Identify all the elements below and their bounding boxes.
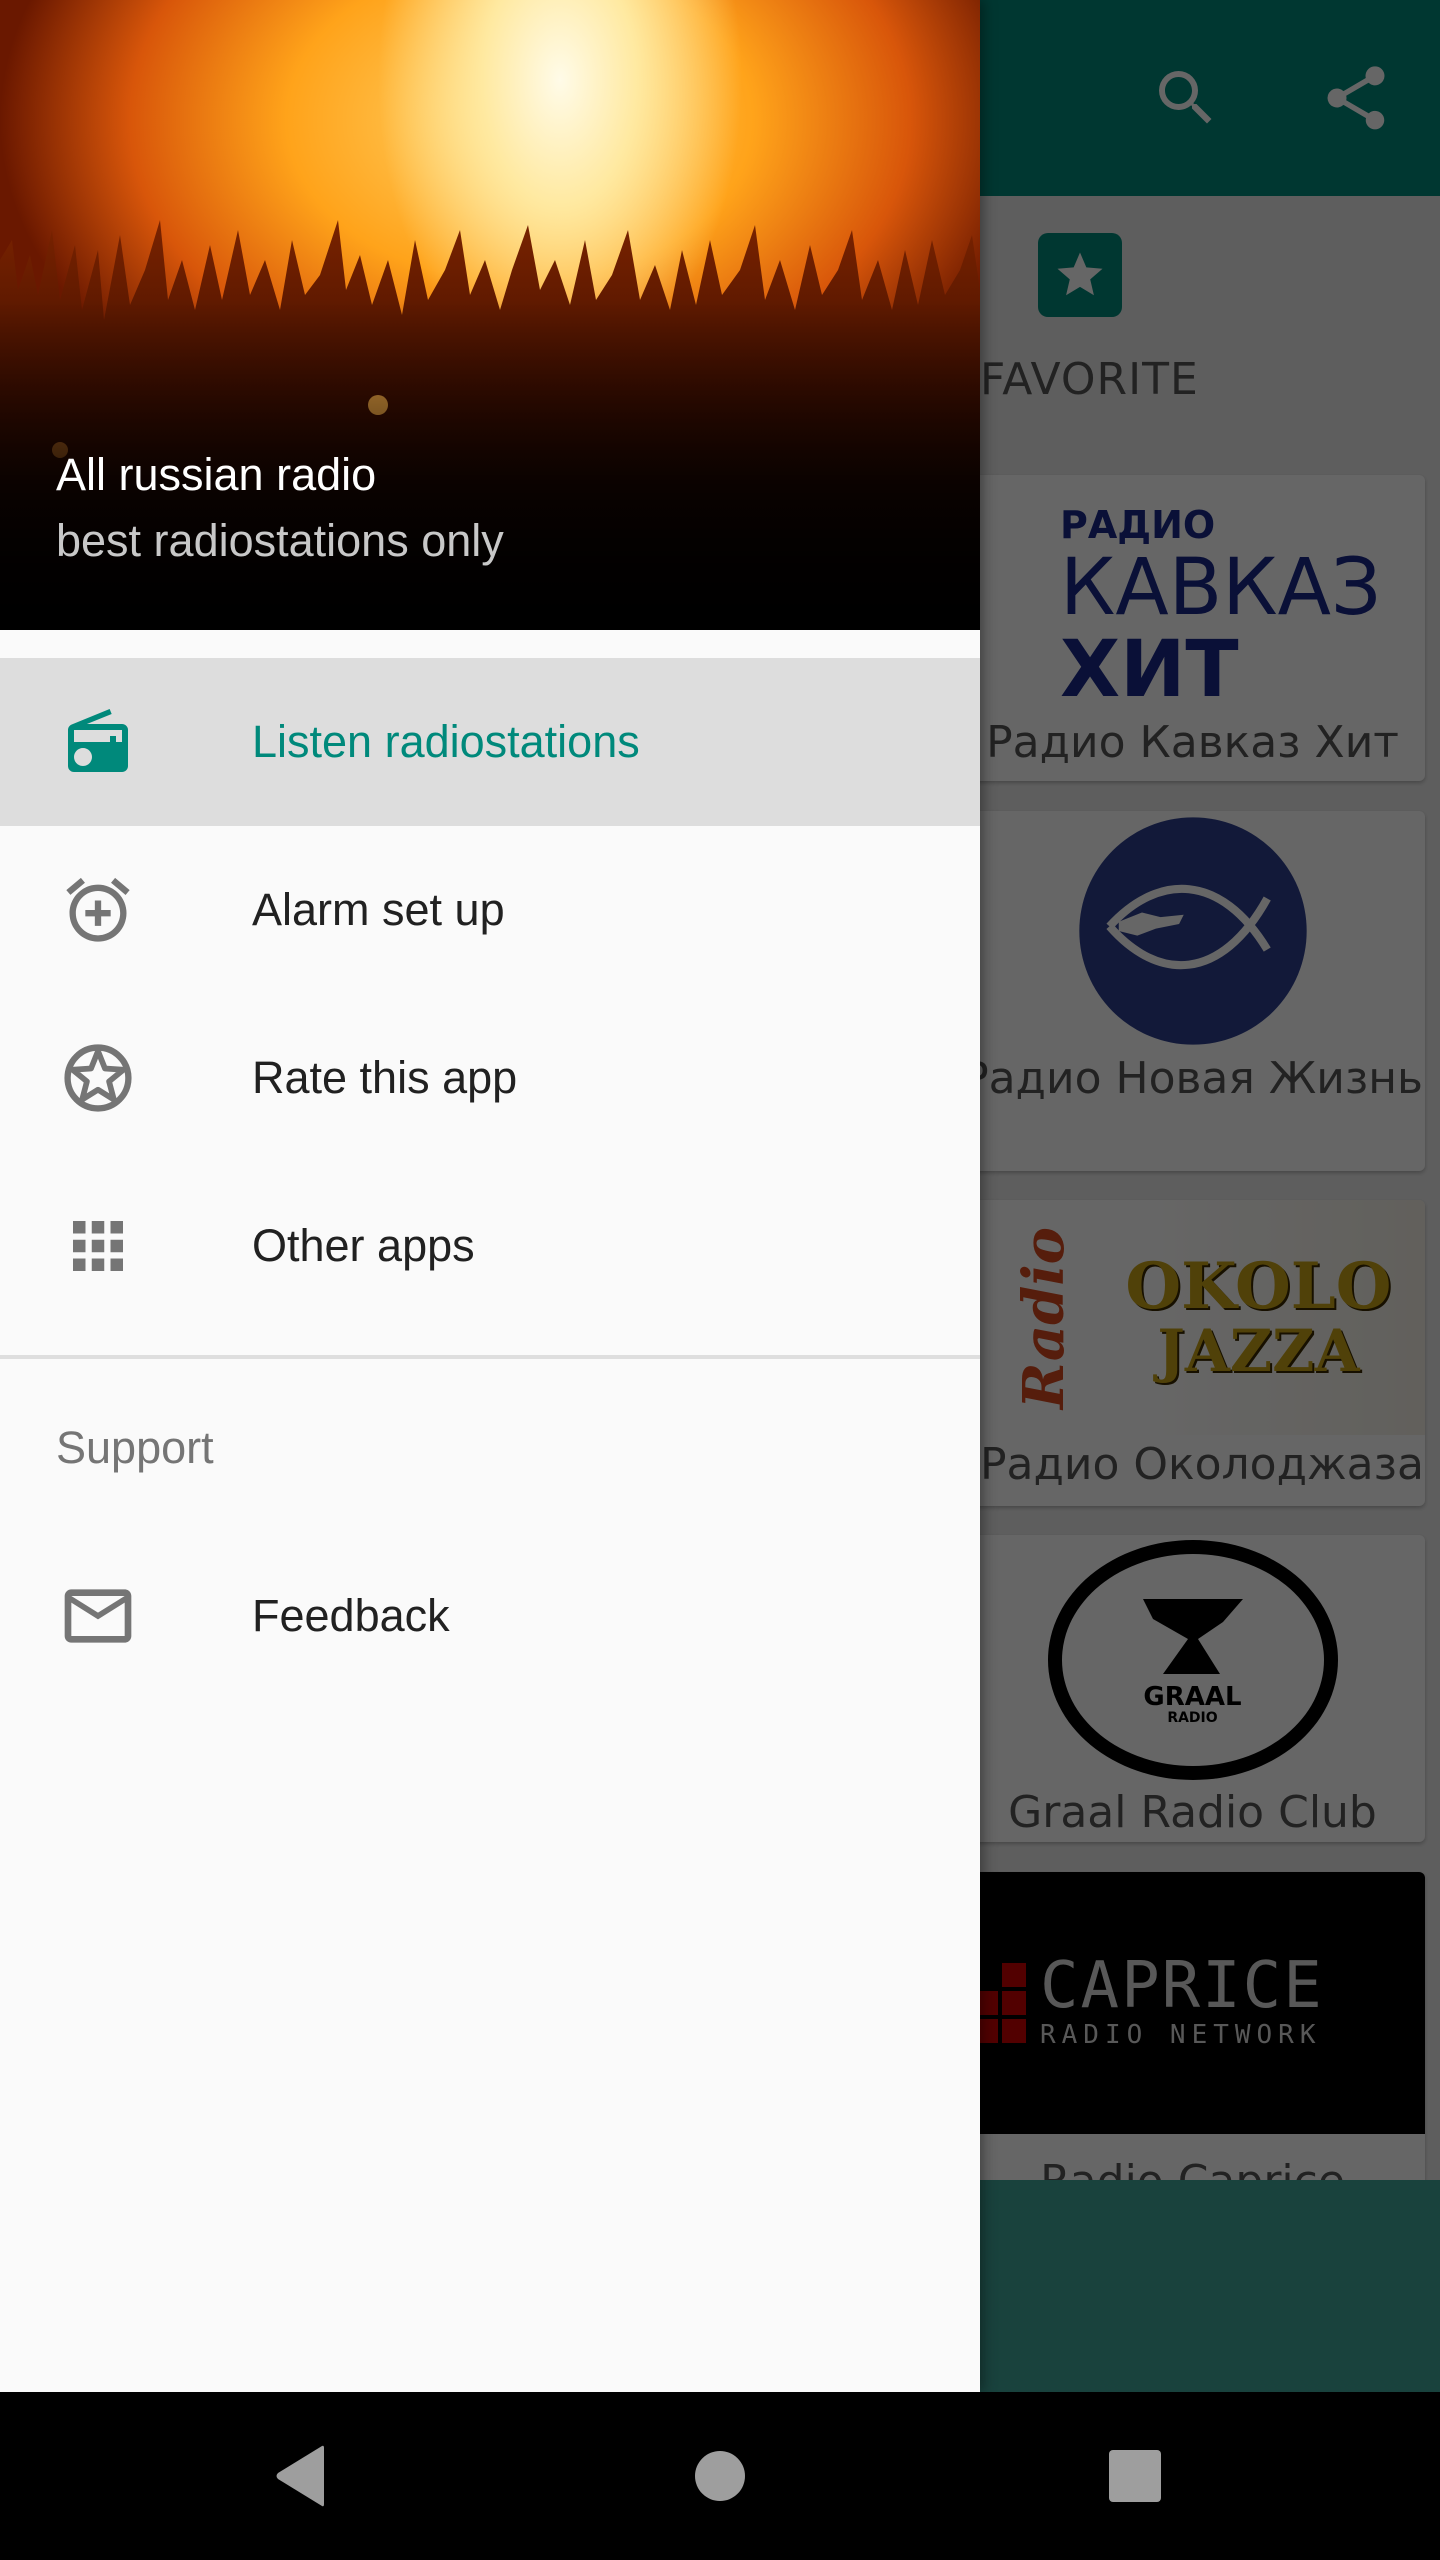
section-header-support: Support — [56, 1422, 214, 1473]
star-circle-icon — [56, 1036, 140, 1120]
alarm-add-icon — [56, 868, 140, 952]
drawer-menu: Listen radiostations Alarm set up Rate t… — [0, 658, 980, 1330]
menu-item-label: Rate this app — [252, 1052, 518, 1103]
menu-item-rate-this-app[interactable]: Rate this app — [0, 994, 980, 1162]
nav-recents-button[interactable] — [1085, 2426, 1185, 2526]
drawer-divider — [0, 1355, 980, 1359]
menu-item-listen-radiostations[interactable]: Listen radiostations — [0, 658, 980, 826]
navigation-drawer: All russian radio best radiostations onl… — [0, 0, 980, 2392]
drawer-header: All russian radio best radiostations onl… — [0, 0, 980, 630]
support-menu: Feedback — [0, 1532, 980, 1700]
system-nav-bar — [0, 2392, 1440, 2560]
mail-icon — [56, 1574, 140, 1658]
menu-item-alarm-set-up[interactable]: Alarm set up — [0, 826, 980, 994]
radio-icon — [56, 700, 140, 784]
menu-item-feedback[interactable]: Feedback — [0, 1532, 980, 1700]
nav-home-button[interactable] — [670, 2426, 770, 2526]
apps-grid-icon — [56, 1204, 140, 1288]
menu-item-label: Alarm set up — [252, 884, 505, 935]
menu-item-label: Feedback — [252, 1590, 450, 1641]
recents-icon — [1109, 2450, 1161, 2502]
nav-back-button[interactable] — [250, 2426, 350, 2526]
menu-item-label: Listen radiostations — [252, 716, 640, 767]
menu-item-label: Other apps — [252, 1220, 475, 1271]
drawer-subtitle: best radiostations only — [56, 515, 504, 566]
drawer-title: All russian radio — [56, 449, 377, 500]
back-icon — [276, 2445, 324, 2507]
menu-item-other-apps[interactable]: Other apps — [0, 1162, 980, 1330]
home-icon — [695, 2451, 745, 2501]
